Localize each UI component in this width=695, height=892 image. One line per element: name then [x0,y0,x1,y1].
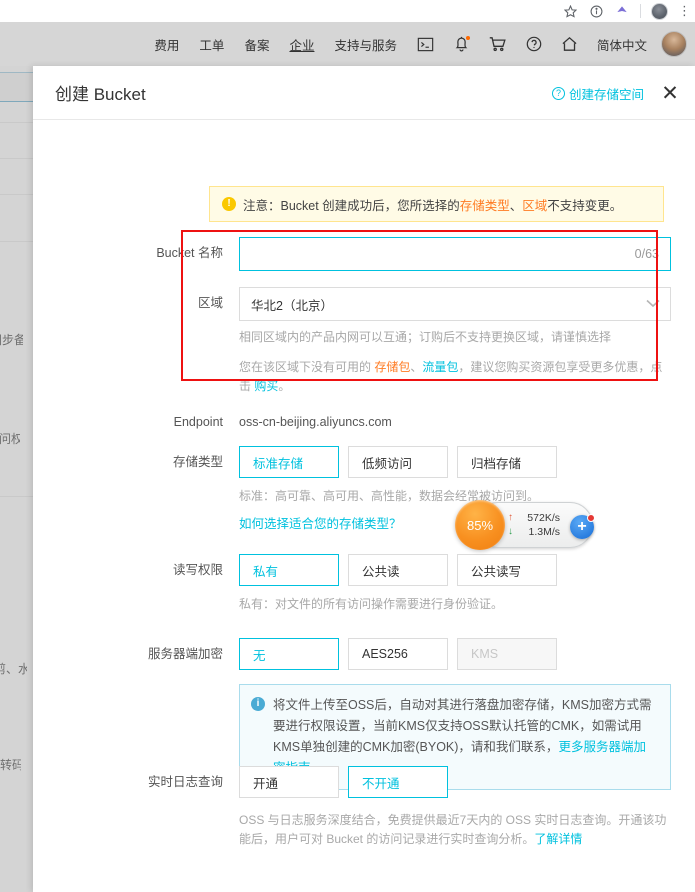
cart-icon[interactable] [489,35,507,53]
nav-item-support[interactable]: 支持与服务 [334,35,397,54]
create-bucket-dialog: 创建 Bucket ? 创建存储空间 ✕ ! 注意：Bucket 创建成功后，您… [33,66,695,892]
region-label: 区域 [197,296,223,310]
info-icon: i [251,697,265,711]
region-select[interactable]: 华北2（北京） [239,287,671,321]
encryption-option-kms[interactable]: KMS [457,638,557,670]
warning-icon: ! [222,197,236,211]
warning-text: 注意：Bucket 创建成功后，您所选择的存储类型、区域不支持变更。 [243,198,623,213]
bell-icon[interactable] [453,35,471,53]
background-divider [0,241,33,242]
endpoint-label: Endpoint [173,415,223,429]
bucket-name-counter: 0/63 [634,247,659,261]
bucket-name-input[interactable]: 0/63 [239,237,671,271]
nav-item-icp[interactable]: 备案 [244,35,269,54]
region-select-value: 华北2（北京） [251,298,333,313]
background-fragment-access: 访问权限 [0,432,20,446]
background-divider [0,496,33,497]
nav-item-enterprise[interactable]: 企业 [289,35,314,54]
warning-highlight-storage-class: 存储类型 [459,198,510,213]
region-hint: 相同区域内的产品内网可以互通；订购后不支持更换区域，请谨慎选择 [239,330,612,344]
background-divider [0,158,33,159]
toolbar-divider [640,4,641,18]
download-rate-row: ↓ 1.3M/s [508,526,560,538]
question-mark-icon: ? [551,86,565,100]
realtime-log-option-disable[interactable]: 不开通 [348,766,448,798]
dialog-header: 创建 Bucket ? 创建存储空间 ✕ [33,66,695,120]
encryption-label: 服务器端加密 [147,647,223,661]
info-icon[interactable] [588,3,604,19]
encryption-options: 无 AES256 KMS [239,638,671,670]
acl-option-private[interactable]: 私有 [239,554,339,586]
page-title: 创建 Bucket [55,85,146,104]
dialog-header-actions: ? 创建存储空间 ✕ [551,66,681,120]
browser-toolbar: ⋮ [0,0,695,22]
acl-hint: 私有：对文件的所有访问操作需要进行身份验证。 [239,597,504,611]
region-package-notice: 您在该区域下没有可用的 存储包、流量包，建议您购买资源包享受更多优惠，点击 购买… [239,360,663,393]
bucket-name-control: 0/63 [239,237,671,271]
acl-control: 私有 公共读 公共读写 私有：对文件的所有访问操作需要进行身份验证。 [239,554,557,614]
storage-class-options: 标准存储 低频访问 归档存储 [239,446,557,478]
background-selected-item [0,72,33,102]
download-rate-value: 1.3M/s [528,526,560,538]
extension-icon[interactable] [614,3,630,19]
upload-rate-row: ↑ 572K/s [508,512,560,524]
network-rates: ↑ 572K/s ↓ 1.3M/s [508,512,560,538]
chevron-down-icon [646,297,660,311]
acl-option-public-read-write[interactable]: 公共读写 [457,554,557,586]
region-control: 华北2（北京） 相同区域内的产品内网可以互通；订购后不支持更换区域，请谨慎选择 … [239,287,671,396]
arrow-up-icon: ↑ [508,512,513,523]
profile-avatar-icon[interactable] [651,2,668,20]
help-doc-link-label: 创建存储空间 [568,87,644,102]
acl-label: 读写权限 [172,563,223,577]
help-doc-link[interactable]: ? 创建存储空间 [551,84,644,103]
realtime-log-label: 实时日志查询 [147,775,223,789]
realtime-log-detail-link[interactable]: 了解详情 [534,832,582,846]
plus-glyph: + [577,518,587,535]
arrow-down-icon: ↓ [508,526,513,537]
add-button-icon[interactable]: + [570,514,595,539]
language-selector[interactable]: 简体中文 [597,35,647,54]
notice-storage-package: 存储包 [374,360,411,374]
notification-dot [587,514,595,522]
network-speed-widget[interactable]: ↑ 572K/s ↓ 1.3M/s + 85% [455,500,595,550]
realtime-log-control: 开通 不开通 OSS 与日志服务深度结合，免费提供最近7天内的 OSS 实时日志… [239,766,671,849]
acl-options: 私有 公共读 公共读写 [239,554,557,586]
bucket-name-label: Bucket 名称 [156,246,223,260]
warning-highlight-region: 区域 [522,198,548,213]
menu-dots-icon[interactable]: ⋮ [678,3,691,19]
realtime-log-hint: OSS 与日志服务深度结合，免费提供最近7天内的 OSS 实时日志查询。开通该功… [239,813,667,846]
upload-rate-value: 572K/s [527,512,560,524]
encryption-option-none[interactable]: 无 [239,638,339,670]
user-avatar[interactable] [661,31,687,57]
purchase-link[interactable]: 购买 [254,379,278,393]
bookmark-star-icon[interactable] [562,3,578,19]
encryption-option-aes256[interactable]: AES256 [348,638,448,670]
nav-item-fees[interactable]: 费用 [154,35,179,54]
close-icon[interactable]: ✕ [659,82,681,104]
acl-option-public-read[interactable]: 公共读 [348,554,448,586]
bell-notification-dot [465,36,470,40]
background-divider [0,122,33,123]
realtime-log-option-enable[interactable]: 开通 [239,766,339,798]
endpoint-value: oss-cn-beijing.aliyuncs.com [239,415,392,429]
background-fragment-crop: 剪、水 [0,662,27,676]
notice-traffic-package: 流量包 [422,360,459,374]
background-sidebar-panel: 同步备份 访问权限 剪、水 据转码 [0,66,33,892]
background-fragment-transcode: 据转码 [0,758,21,772]
storage-class-label: 存储类型 [172,455,223,469]
background-fragment-sync: 同步备份 [0,333,23,347]
warning-banner: ! 注意：Bucket 创建成功后，您所选择的存储类型、区域不支持变更。 [209,186,664,222]
storage-class-option-archive[interactable]: 归档存储 [457,446,557,478]
background-divider [0,194,33,195]
realtime-log-options: 开通 不开通 [239,766,671,798]
aliyun-top-nav: 费用 工单 备案 企业 支持与服务 简体中文 [0,22,695,66]
cpu-percent-badge[interactable]: 85% [455,500,505,550]
screen-root: ⋮ 费用 工单 备案 企业 支持与服务 简体中文 步备 问权 剪、水 转码 创建… [0,0,695,892]
terminal-icon[interactable] [417,35,435,53]
storage-class-option-standard[interactable]: 标准存储 [239,446,339,478]
nav-item-tickets[interactable]: 工单 [199,35,224,54]
help-circle-icon[interactable] [525,35,543,53]
storage-class-option-ia[interactable]: 低频访问 [348,446,448,478]
home-icon[interactable] [561,35,579,53]
